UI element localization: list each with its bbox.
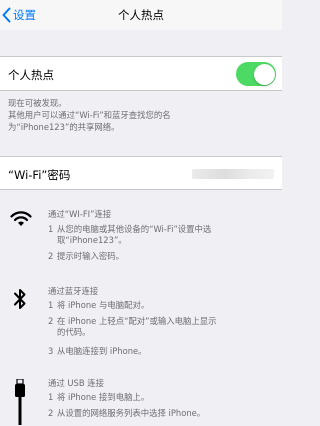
wifi-step-2: 2 提示时输入密码。 xyxy=(48,251,280,262)
step-number: 2 xyxy=(48,408,54,418)
bluetooth-step-2: 2 在 iPhone 上轻点“配对”或输入电脑上显示 的代码。 xyxy=(48,316,280,338)
wifi-icon xyxy=(10,211,32,226)
step-number: 1 xyxy=(48,300,54,310)
wifi-step-1: 1 从您的电脑或其他设备的“Wi-Fi”设置中选 取“iPhone123”。 xyxy=(48,224,280,246)
discovery-description-line1: 其他用户可以通过“Wi-Fi”和蓝牙查找您的名 xyxy=(8,110,171,120)
wifi-section-title: 通过“WI-FI”连接 xyxy=(48,209,112,219)
wifi-password-value xyxy=(192,169,274,179)
page-title: 个人热点 xyxy=(118,8,164,22)
step-text-line2: 的代码。 xyxy=(57,327,91,337)
discovery-status: 现在可被发现。 xyxy=(8,98,67,108)
navigation-bar: 设置 个人热点 xyxy=(0,0,282,30)
usb-step-2: 2 从设置的网络服务列表中选择 iPhone。 xyxy=(48,408,280,419)
step-number: 2 xyxy=(48,316,54,326)
step-text: 将 iPhone 接到电脑上。 xyxy=(57,392,150,402)
step-text: 从电脑连接到 iPhone。 xyxy=(57,346,147,356)
step-text-line1: 从您的电脑或其他设备的“Wi-Fi”设置中选 xyxy=(57,224,212,234)
bluetooth-step-3: 3 从电脑连接到 iPhone。 xyxy=(48,346,280,357)
wifi-password-row[interactable]: “Wi-Fi”密码 xyxy=(0,156,282,190)
connection-instructions: 通过“WI-FI”连接 1 从您的电脑或其他设备的“Wi-Fi”设置中选 取“i… xyxy=(0,190,282,426)
wifi-password-label: “Wi-Fi”密码 xyxy=(8,168,71,182)
toggle-knob xyxy=(253,63,275,85)
bluetooth-step-1: 1 将 iPhone 与电脑配对。 xyxy=(48,300,280,311)
step-number: 1 xyxy=(48,392,54,402)
step-text-line1: 在 iPhone 上轻点“配对”或输入电脑上显示 xyxy=(57,316,217,326)
step-text: 将 iPhone 与电脑配对。 xyxy=(57,300,150,310)
hotspot-toggle[interactable] xyxy=(236,62,276,86)
hotspot-label: 个人热点 xyxy=(8,68,54,82)
usb-section-title: 通过 USB 连接 xyxy=(48,378,105,388)
hotspot-row: 个人热点 xyxy=(0,56,282,91)
step-number: 3 xyxy=(48,346,54,356)
step-text-line2: 取“iPhone123”。 xyxy=(57,235,127,245)
step-number: 2 xyxy=(48,251,54,261)
bluetooth-icon xyxy=(14,289,26,309)
step-text: 从设置的网络服务列表中选择 iPhone。 xyxy=(57,408,206,418)
discovery-description-line2: 为“iPhone123”的共享网络。 xyxy=(8,122,120,132)
usb-step-1: 1 将 iPhone 接到电脑上。 xyxy=(48,392,280,403)
usb-cable-icon xyxy=(15,379,25,425)
step-text: 提示时输入密码。 xyxy=(57,251,124,261)
step-number: 1 xyxy=(48,224,54,234)
discovery-footer: 现在可被发现。 其他用户可以通过“Wi-Fi”和蓝牙查找您的名 为“iPhone… xyxy=(8,97,278,133)
bluetooth-section-title: 通过蓝牙连接 xyxy=(48,286,99,296)
